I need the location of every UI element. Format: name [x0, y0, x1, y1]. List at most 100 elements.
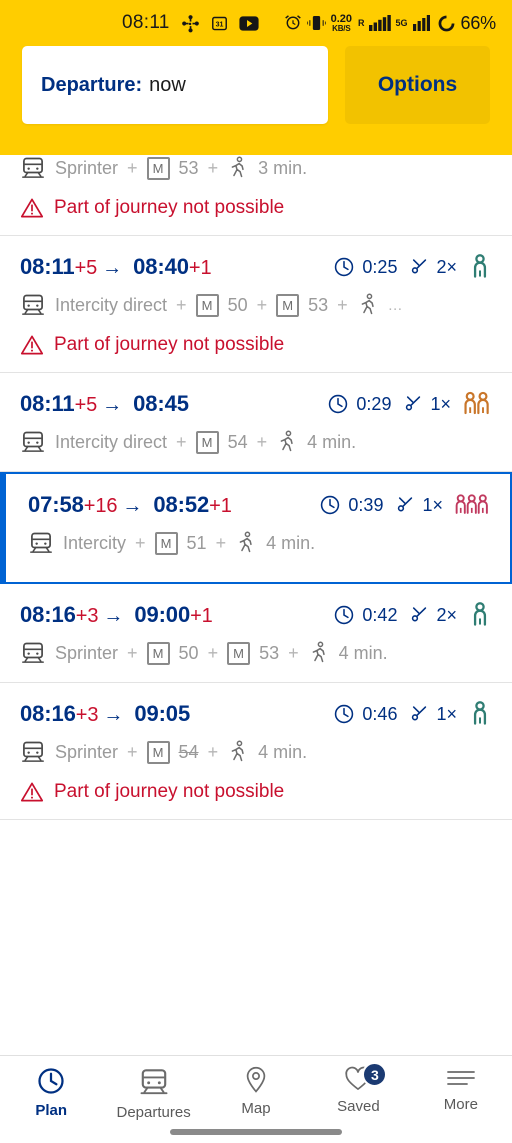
arrival-delay: +1	[209, 495, 232, 517]
departure-time: 08:11	[20, 254, 75, 279]
journey-duration: 0:25	[333, 256, 397, 278]
journey-card[interactable]: Sprinter + M 53 + 3 min. Part of journey no…	[0, 155, 512, 236]
departure-label: Departure:	[41, 73, 143, 96]
roaming-label: R	[358, 18, 365, 28]
clock-icon	[333, 604, 355, 626]
departure-delay: +5	[74, 394, 98, 416]
metro-badge-icon: M	[276, 293, 300, 317]
nav-item-map[interactable]: Map	[205, 1066, 307, 1117]
nav-item-more[interactable]: More	[410, 1066, 512, 1113]
journey-duration: 0:29	[327, 393, 391, 415]
leg-name: Intercity direct	[55, 294, 168, 315]
departure-time: 07:58	[28, 492, 84, 517]
departure-delay: +3	[75, 605, 99, 627]
journey-card[interactable]: 08:11+5 → 08:45 0:29 1× Intercity direct…	[0, 373, 512, 472]
transfer-icon	[394, 494, 416, 516]
leg-separator: +	[337, 294, 348, 315]
journey-summary: 07:58+16 → 08:52+1 0:39 1×	[28, 492, 490, 518]
leg-separator: +	[176, 294, 187, 315]
leg-name: 4 min.	[258, 741, 308, 762]
journey-meta: 0:46 1×	[333, 701, 492, 727]
journey-summary: 08:11+5 → 08:40+1 0:25 2×	[20, 254, 492, 280]
signal-icon	[368, 15, 391, 31]
arrow-icon: →	[103, 605, 124, 627]
journey-card[interactable]: 08:11+5 → 08:40+1 0:25 2× Intercity dire…	[0, 236, 512, 373]
journey-meta: 0:39 1×	[319, 492, 490, 518]
clock-icon	[327, 393, 349, 415]
warning-icon	[20, 197, 44, 219]
duration-label: 0:29	[356, 393, 392, 414]
transfers-label: 1×	[430, 393, 451, 414]
departure-delay: +3	[75, 704, 99, 726]
metro-badge-icon: M	[154, 531, 178, 555]
status-bar: 08:11 31 0.20 KB/S R 5G 66%	[0, 0, 512, 46]
leg-name: Intercity	[63, 532, 127, 553]
occupancy-indicator	[454, 492, 490, 518]
warning-icon	[20, 781, 44, 803]
nav-item-saved[interactable]: 3 Saved	[307, 1062, 409, 1115]
transfer-icon	[408, 604, 430, 626]
warning-text: Part of journey not possible	[54, 334, 285, 355]
journey-warning: Part of journey not possible	[20, 197, 492, 219]
journey-card[interactable]: 08:16+3 → 09:05 0:46 1× Sprinter + M 54 …	[0, 683, 512, 820]
signal-icon	[412, 15, 432, 31]
metro-line-number: 53	[259, 642, 280, 663]
clock-icon	[333, 703, 355, 725]
train-icon	[20, 155, 46, 181]
journey-card[interactable]: 08:16+3 → 09:00+1 0:42 2× Sprinter + M 5…	[0, 584, 512, 683]
metro-badge-icon: M	[195, 293, 219, 317]
walk-icon	[357, 293, 379, 317]
clock-icon	[319, 494, 341, 516]
metro-line-number: 51	[186, 532, 207, 553]
metro-badge-icon: M	[146, 156, 170, 180]
departure-input[interactable]: Departure: now	[22, 46, 328, 124]
journey-times: 08:11+5 → 08:45	[20, 391, 189, 417]
nav-item-departures[interactable]: Departures	[102, 1066, 204, 1121]
journey-summary: 08:16+3 → 09:00+1 0:42 2×	[20, 602, 492, 628]
arrival-time: 08:45	[133, 391, 189, 416]
metro-line-number: 53	[308, 294, 329, 315]
clock-icon	[36, 1066, 66, 1096]
occupancy-icon	[462, 391, 492, 417]
journey-duration: 0:39	[319, 494, 383, 516]
network-speed-indicator: 0.20 KB/S	[331, 13, 352, 33]
leg-name: 4 min.	[338, 642, 388, 663]
journey-times: 08:11+5 → 08:40+1	[20, 254, 212, 280]
nav-item-label: Plan	[35, 1102, 68, 1119]
nav-item-plan[interactable]: Plan	[0, 1066, 102, 1119]
nav-item-label: Departures	[116, 1104, 191, 1121]
journey-legs: Sprinter + M 50 + M 53 + 4 min.	[20, 640, 492, 666]
home-indicator	[170, 1129, 342, 1135]
arrival-time: 08:52	[153, 492, 210, 517]
journey-legs: Intercity + M 51 + 4 min.	[28, 530, 490, 556]
occupancy-indicator	[468, 254, 492, 280]
youtube-icon	[239, 15, 259, 31]
journey-meta: 0:42 2×	[333, 602, 492, 628]
leg-separator: +	[207, 642, 219, 663]
calendar-icon: 31	[211, 15, 228, 32]
duration-label: 0:25	[362, 256, 398, 277]
train-icon	[20, 292, 46, 318]
occupancy-icon	[468, 602, 492, 628]
options-button[interactable]: Options	[345, 46, 490, 124]
journey-transfers: 1×	[402, 393, 451, 415]
journey-times: 07:58+16 → 08:52+1	[28, 492, 232, 518]
app-header: 08:11 31 0.20 KB/S R 5G 66% Departure: n…	[0, 0, 512, 155]
walk-icon	[227, 156, 249, 180]
train-icon	[20, 640, 46, 666]
train-icon	[20, 739, 46, 765]
leg-separator: +	[127, 642, 138, 663]
network-type-label: 5G	[395, 18, 408, 28]
departure-delay: +16	[83, 495, 118, 517]
arrow-icon: →	[102, 257, 123, 279]
leg-separator: +	[176, 431, 187, 452]
journey-times: 08:16+3 → 09:05	[20, 701, 190, 727]
search-row: Departure: now Options	[0, 46, 512, 124]
warning-text: Part of journey not possible	[54, 197, 285, 218]
leg-name: Sprinter	[55, 642, 119, 663]
journey-results-list[interactable]: Sprinter + M 53 + 3 min. Part of journey no…	[0, 155, 512, 1055]
journey-card-selected[interactable]: 07:58+16 → 08:52+1 0:39 1× Intercity + M…	[0, 472, 512, 584]
leg-separator: +	[256, 431, 268, 452]
leg-name: 3 min.	[258, 157, 308, 178]
leg-separator: +	[127, 741, 138, 762]
